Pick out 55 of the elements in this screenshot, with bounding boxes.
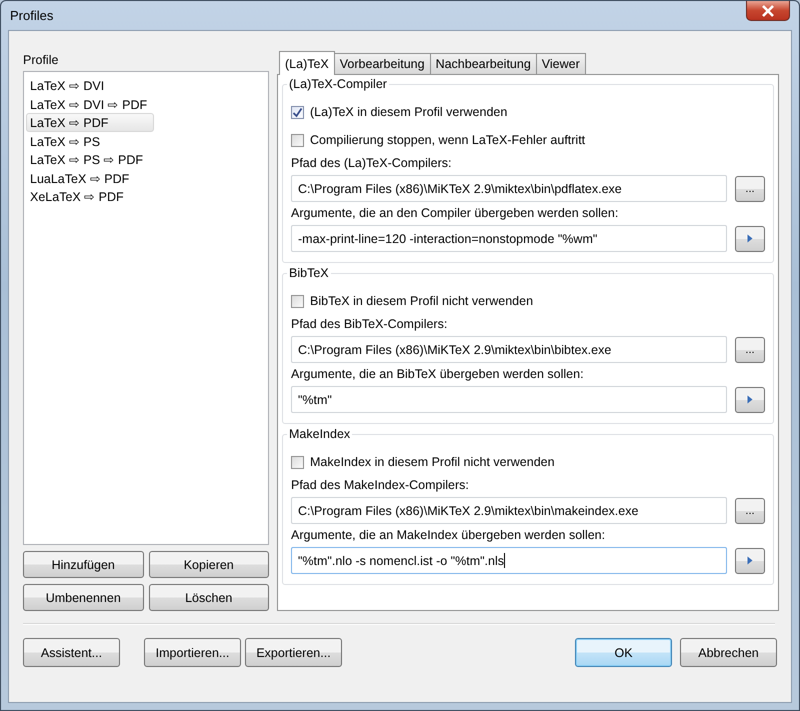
field-label: Argumente, die an den Compiler übergeben werden sollen: <box>291 206 620 220</box>
menu-button[interactable] <box>735 226 765 252</box>
tab[interactable]: Viewer <box>536 53 586 74</box>
tab[interactable]: Vorbearbeitung <box>334 53 431 74</box>
browse-button[interactable]: ... <box>735 176 765 202</box>
profile-item[interactable]: XeLaTeX ⇨ PDF <box>26 187 154 206</box>
footer-button[interactable]: Assistent... <box>23 638 120 667</box>
close-button[interactable] <box>746 1 790 21</box>
field-label: Pfad des BibTeX-Compilers: <box>291 317 448 332</box>
profile-item[interactable]: LaTeX ⇨ PDF <box>26 113 154 132</box>
triangle-right-icon <box>747 234 753 244</box>
input-field[interactable]: "%tm".nlo -s nomencl.ist -o "%tm".nls <box>291 547 727 574</box>
field-label: Argumente, die an MakeIndex übergeben werden sollen: <box>291 528 606 542</box>
dialog-button[interactable]: OK <box>575 638 672 667</box>
browse-button[interactable]: ... <box>735 498 765 524</box>
footer-button[interactable]: Importieren... <box>144 638 241 667</box>
tab[interactable]: (La)TeX <box>279 51 335 76</box>
checkbox[interactable] <box>291 134 304 147</box>
checkbox-option[interactable]: (La)TeX in diesem Profil verwenden <box>291 98 765 126</box>
checkmark-icon <box>292 106 303 118</box>
window-title: Profiles <box>9 8 54 23</box>
input-field[interactable]: "%tm" <box>291 386 727 414</box>
profile-item[interactable]: LaTeX ⇨ DVI <box>26 76 154 94</box>
input-field[interactable]: C:\Program Files (x86)\MiKTeX 2.9\miktex\bin\bibtex.exe <box>291 336 727 364</box>
menu-button[interactable] <box>735 548 765 574</box>
checkbox[interactable] <box>291 456 304 469</box>
checkbox-option[interactable]: MakeIndex in diesem Profil nicht verwenden <box>291 448 765 476</box>
menu-button[interactable] <box>735 386 765 413</box>
field-label: Argumente, die an BibTeX übergeben werden sollen: <box>291 367 585 382</box>
profile-item[interactable]: LaTeX ⇨ PS <box>26 132 154 150</box>
field-label: Pfad des MakeIndex-Compilers: <box>291 478 470 492</box>
checkbox[interactable] <box>291 106 304 119</box>
input-field[interactable]: C:\Program Files (x86)\MiKTeX 2.9\miktex\bin\pdflatex.exe <box>291 175 727 202</box>
profile-label: Profile <box>23 53 60 67</box>
list-action-button[interactable]: Hinzufügen <box>23 551 144 578</box>
checkbox-option[interactable]: Compilierung stoppen, wenn LaTeX-Fehler auftritt <box>291 126 765 154</box>
close-icon <box>761 4 775 16</box>
checkbox[interactable] <box>291 294 304 308</box>
list-action-button[interactable]: Löschen <box>148 584 269 611</box>
field-label: Pfad des (La)TeX-Compilers: <box>291 156 452 170</box>
input-field[interactable]: -max-print-line=120 -interaction=nonstopmode "%wm" <box>291 225 727 252</box>
list-action-button[interactable]: Kopieren <box>148 551 269 578</box>
profile-item[interactable]: LuaLaTeX ⇨ PDF <box>26 168 154 187</box>
footer-button[interactable]: Exportieren... <box>245 638 342 667</box>
triangle-right-icon <box>747 395 753 404</box>
list-action-button[interactable]: Umbenennen <box>23 584 144 611</box>
profile-item[interactable]: LaTeX ⇨ PS ⇨ PDF <box>26 150 154 168</box>
checkbox-option[interactable]: BibTeX in diesem Profil nicht verwenden <box>291 287 765 316</box>
browse-button[interactable]: ... <box>735 336 765 363</box>
profile-item[interactable]: LaTeX ⇨ DVI ⇨ PDF <box>26 94 154 113</box>
tab[interactable]: Nachbearbeitung <box>430 53 537 74</box>
input-field[interactable]: C:\Program Files (x86)\MiKTeX 2.9\miktex\bin\makeindex.exe <box>291 497 727 524</box>
group-title: (La)TeX-Compiler <box>287 77 389 92</box>
dialog-button[interactable]: Abbrechen <box>680 638 777 667</box>
triangle-right-icon <box>747 556 753 566</box>
